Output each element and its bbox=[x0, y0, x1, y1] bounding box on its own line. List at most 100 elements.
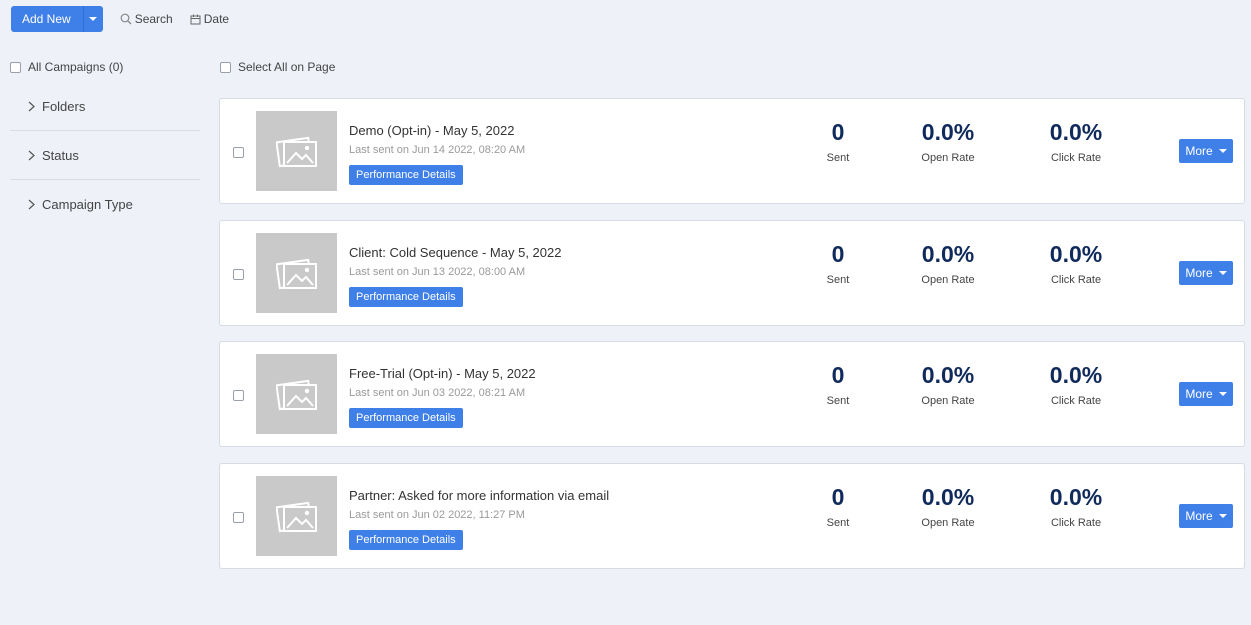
more-button[interactable]: More bbox=[1179, 261, 1233, 285]
campaign-checkbox[interactable] bbox=[233, 390, 244, 401]
campaign-card: Demo (Opt-in) - May 5, 2022 Last sent on… bbox=[219, 98, 1245, 204]
more-button[interactable]: More bbox=[1179, 139, 1233, 163]
all-campaigns-checkbox[interactable] bbox=[10, 61, 21, 73]
date-label: Date bbox=[203, 12, 230, 26]
sent-value: 0 bbox=[831, 119, 845, 145]
sent-stat: 0 Sent bbox=[818, 360, 858, 407]
select-all-checkbox[interactable] bbox=[220, 61, 231, 73]
campaign-checkbox[interactable] bbox=[233, 269, 244, 280]
filter-list: Folders Status Campaign Type bbox=[10, 82, 200, 229]
campaign-checkbox[interactable] bbox=[233, 147, 244, 158]
campaign-title[interactable]: Partner: Asked for more information via … bbox=[349, 488, 609, 503]
date-button[interactable]: Date bbox=[190, 12, 229, 26]
search-button[interactable]: Search bbox=[120, 12, 173, 26]
campaign-card: Client: Cold Sequence - May 5, 2022 Last… bbox=[219, 220, 1245, 326]
toolbar: Add New Search Date bbox=[11, 6, 229, 32]
open-rate-label: Open Rate bbox=[921, 152, 975, 164]
campaign-last-sent: Last sent on Jun 13 2022, 08:00 AM bbox=[349, 266, 526, 278]
sent-value: 0 bbox=[831, 362, 845, 388]
campaign-thumbnail[interactable] bbox=[256, 476, 337, 556]
open-rate-value: 0.0% bbox=[921, 119, 975, 145]
open-rate-stat: 0.0% Open Rate bbox=[915, 117, 981, 164]
image-placeholder-icon bbox=[275, 258, 317, 290]
click-rate-label: Click Rate bbox=[1050, 517, 1102, 529]
sent-stat: 0 Sent bbox=[818, 117, 858, 164]
campaign-thumbnail[interactable] bbox=[256, 354, 337, 434]
search-label: Search bbox=[134, 12, 173, 26]
campaign-checkbox[interactable] bbox=[233, 512, 244, 523]
chevron-right-icon bbox=[28, 150, 35, 160]
click-rate-label: Click Rate bbox=[1050, 395, 1102, 407]
chevron-right-icon bbox=[28, 101, 35, 111]
open-rate-stat: 0.0% Open Rate bbox=[915, 239, 981, 286]
add-new-button[interactable]: Add New bbox=[11, 6, 83, 32]
performance-details-button[interactable]: Performance Details bbox=[349, 287, 463, 307]
calendar-icon bbox=[190, 14, 201, 24]
click-rate-value: 0.0% bbox=[1049, 241, 1103, 267]
all-campaigns-row: All Campaigns (0) bbox=[10, 58, 200, 76]
image-placeholder-icon bbox=[275, 379, 317, 411]
sent-label: Sent bbox=[826, 152, 850, 164]
open-rate-value: 0.0% bbox=[921, 484, 975, 510]
click-rate-stat: 0.0% Click Rate bbox=[1043, 360, 1109, 407]
filter-status[interactable]: Status bbox=[10, 131, 200, 180]
click-rate-stat: 0.0% Click Rate bbox=[1043, 239, 1109, 286]
sent-value: 0 bbox=[831, 484, 845, 510]
sidebar: All Campaigns (0) Folders Status Campaig… bbox=[10, 58, 200, 229]
click-rate-value: 0.0% bbox=[1049, 119, 1103, 145]
open-rate-value: 0.0% bbox=[921, 241, 975, 267]
more-label: More bbox=[1185, 144, 1213, 158]
performance-details-button[interactable]: Performance Details bbox=[349, 165, 463, 185]
caret-down-icon bbox=[89, 17, 98, 21]
more-button[interactable]: More bbox=[1179, 382, 1233, 406]
add-new-dropdown-button[interactable] bbox=[82, 6, 103, 32]
filter-folders[interactable]: Folders bbox=[10, 82, 200, 131]
caret-down-icon bbox=[1218, 514, 1227, 518]
filter-label: Campaign Type bbox=[42, 197, 133, 212]
sent-label: Sent bbox=[826, 395, 850, 407]
select-all-label: Select All on Page bbox=[238, 60, 336, 74]
sent-stat: 0 Sent bbox=[818, 482, 858, 529]
more-button[interactable]: More bbox=[1179, 504, 1233, 528]
caret-down-icon bbox=[1218, 392, 1227, 396]
filter-campaign-type[interactable]: Campaign Type bbox=[10, 180, 200, 229]
filter-label: Folders bbox=[42, 98, 86, 114]
campaign-thumbnail[interactable] bbox=[256, 233, 337, 313]
more-label: More bbox=[1185, 387, 1213, 401]
add-new-button-group: Add New bbox=[11, 6, 103, 32]
caret-down-icon bbox=[1218, 149, 1227, 153]
open-rate-value: 0.0% bbox=[921, 362, 975, 388]
caret-down-icon bbox=[1218, 271, 1227, 275]
performance-details-button[interactable]: Performance Details bbox=[349, 408, 463, 428]
campaign-last-sent: Last sent on Jun 02 2022, 11:27 PM bbox=[349, 509, 525, 521]
open-rate-label: Open Rate bbox=[921, 517, 975, 529]
chevron-right-icon bbox=[28, 199, 35, 210]
more-label: More bbox=[1185, 509, 1213, 523]
click-rate-label: Click Rate bbox=[1050, 274, 1102, 286]
open-rate-label: Open Rate bbox=[921, 395, 975, 407]
open-rate-stat: 0.0% Open Rate bbox=[915, 482, 981, 529]
more-label: More bbox=[1185, 266, 1213, 280]
image-placeholder-icon bbox=[275, 501, 317, 533]
click-rate-value: 0.0% bbox=[1049, 484, 1103, 510]
sent-value: 0 bbox=[831, 241, 845, 267]
campaign-thumbnail[interactable] bbox=[256, 111, 337, 191]
performance-details-button[interactable]: Performance Details bbox=[349, 530, 463, 550]
sent-label: Sent bbox=[826, 517, 850, 529]
click-rate-label: Click Rate bbox=[1050, 152, 1102, 164]
image-placeholder-icon bbox=[275, 136, 317, 168]
click-rate-stat: 0.0% Click Rate bbox=[1043, 117, 1109, 164]
campaign-last-sent: Last sent on Jun 14 2022, 08:20 AM bbox=[349, 144, 526, 156]
campaign-card: Free-Trial (Opt-in) - May 5, 2022 Last s… bbox=[219, 341, 1245, 447]
open-rate-label: Open Rate bbox=[921, 274, 975, 286]
campaign-title[interactable]: Free-Trial (Opt-in) - May 5, 2022 bbox=[349, 366, 536, 381]
campaign-title[interactable]: Client: Cold Sequence - May 5, 2022 bbox=[349, 245, 561, 260]
sent-label: Sent bbox=[826, 274, 850, 286]
open-rate-stat: 0.0% Open Rate bbox=[915, 360, 981, 407]
campaign-title[interactable]: Demo (Opt-in) - May 5, 2022 bbox=[349, 123, 514, 138]
sent-stat: 0 Sent bbox=[818, 239, 858, 286]
all-campaigns-label: All Campaigns (0) bbox=[28, 60, 124, 74]
click-rate-stat: 0.0% Click Rate bbox=[1043, 482, 1109, 529]
campaign-card: Partner: Asked for more information via … bbox=[219, 463, 1245, 569]
campaign-last-sent: Last sent on Jun 03 2022, 08:21 AM bbox=[349, 387, 526, 399]
